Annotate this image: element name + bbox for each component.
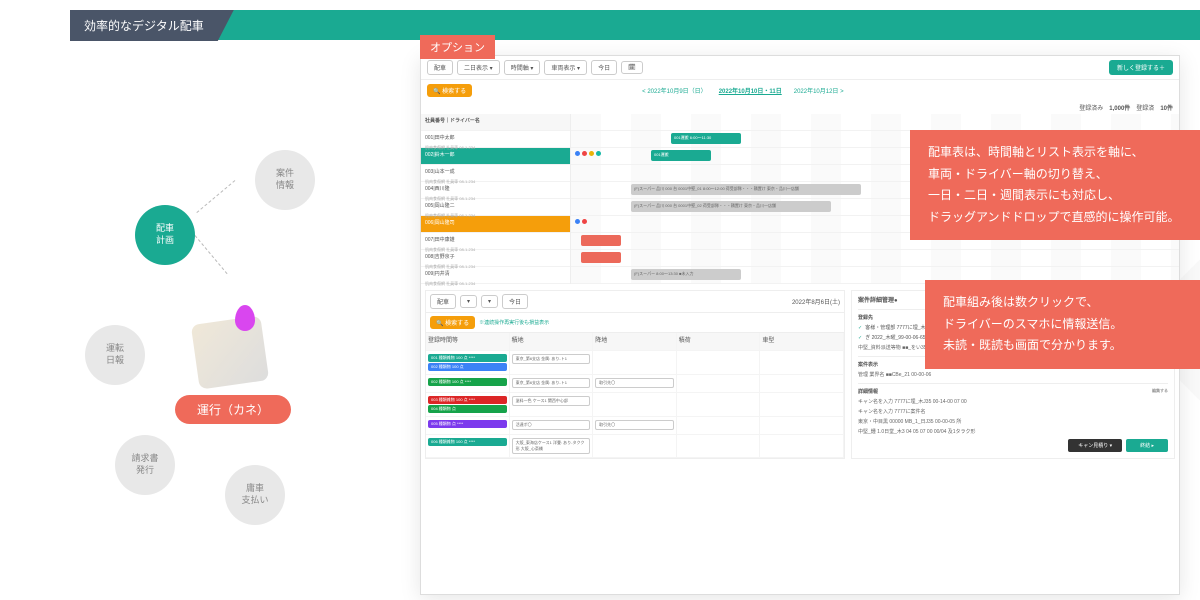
node-invoice: 請求書発行 (115, 435, 175, 495)
job-card[interactable]: 002 種類物 100 点 **** (428, 378, 507, 386)
cards-panel: 配車 ▾ ▾ 今日 2022年8月6日(土) 🔍 検索する ※連続操作再実行後も… (425, 290, 845, 459)
search2[interactable]: 🔍 検索する (430, 316, 475, 329)
callout-2: 配車組み後は数クリックで、ドライバーのスマホに情報送信。未読・既読も画面で分かり… (925, 280, 1200, 369)
task-bar[interactable]: (F)スーパー 品川 000 台 0001中堅_01 8:00～12:00 荷受… (631, 184, 861, 195)
task-bar[interactable] (581, 235, 621, 246)
current-date[interactable]: 2022年10月10日・11日 (715, 84, 786, 97)
driver-row[interactable]: 003|山本一成肌肉食傷網 社員車 08-1-234 (421, 165, 570, 182)
task-bar[interactable]: (F)スーパー 品川 000 台 0001中堅_02 荷受部隊・・・積置け 東京… (631, 201, 831, 212)
day-view-select[interactable]: 二日表示 ▾ (457, 60, 500, 75)
task-bar[interactable]: (F)スーパー 8:00～13:30 ■未入力 (631, 269, 741, 280)
driver-row[interactable]: 007|田中康雄肌肉食傷網 社員車 08-1-234 (421, 233, 570, 250)
mode2[interactable]: 配車 (430, 294, 456, 309)
pin-icon (235, 305, 255, 331)
driver-column: 社員番号｜ドライバー名 001|田中太郎肌肉食傷網 社員車 08-1-234 0… (421, 114, 571, 284)
driver-row[interactable]: 009|円井清肌肉食傷網 社員車 08-1-234 (421, 267, 570, 284)
driver-row[interactable]: 005|岡山隆二肌肉食傷網 社員車 08-1-234 (421, 199, 570, 216)
driver-row[interactable]: 001|田中太郎肌肉食傷網 社員車 08-1-234 (421, 131, 570, 148)
today2[interactable]: 今日 (502, 294, 528, 309)
card-date: 2022年8月6日(土) (792, 297, 840, 306)
today-button[interactable]: 今日 (591, 60, 617, 75)
job-card[interactable]: 003 種類雑物 100 点 **** (428, 396, 507, 404)
task-bar[interactable] (581, 252, 621, 263)
task-bar[interactable]: 001運搬 6:00～11:30 (671, 133, 741, 144)
job-card[interactable]: 005 種類物 点 **** (428, 420, 507, 428)
toolbar: 配車 二日表示 ▾ 時間軸 ▾ 車両表示 ▾ 今日 🗓 新しく登録する＋ (421, 56, 1179, 80)
job-card[interactable]: 001 種類雑物 100 点 **** (428, 354, 507, 362)
mode-select[interactable]: 配車 (427, 60, 453, 75)
driver-row[interactable]: 002|鈴木一郎 (421, 148, 570, 165)
task-bar[interactable]: 001運搬 (651, 150, 711, 161)
finish-button[interactable]: 終結 ▸ (1126, 439, 1168, 452)
count-meta: 登録済み1,000件 登録済10件 (421, 101, 1179, 114)
driver-row[interactable]: 008|吉野京子肌肉食傷網 社員車 08-1-234 (421, 250, 570, 267)
node-vehicle-pay: 庸車支払い (225, 465, 285, 525)
option-badge: オプション (420, 35, 495, 59)
prev-date[interactable]: < 2022年10月9日（日） (638, 84, 711, 97)
map-icon (191, 315, 269, 389)
edit-link[interactable]: 編集する (1152, 388, 1168, 394)
center-pill: 運行（カネ） (175, 395, 291, 424)
feature-diagram: 案件情報 配車計画 運転日報 請求書発行 庸車支払い 運行（カネ） (60, 150, 380, 530)
date-tabs: < 2022年10月9日（日） 2022年10月10日・11日 2022年10月… (478, 82, 847, 99)
new-register-button[interactable]: 新しく登録する＋ (1109, 60, 1173, 75)
driver-row[interactable]: 006|岡山隆司 (421, 216, 570, 233)
next-date[interactable]: 2022年10月12日 > (790, 84, 848, 97)
callout-1: 配車表は、時間軸とリスト表示を軸に、車両・ドライバー軸の切り替え、一日・二日・週… (910, 130, 1200, 240)
top-banner (70, 10, 1200, 40)
vehicle-select[interactable]: 車両表示 ▾ (544, 60, 587, 75)
node-driving-report: 運転日報 (85, 325, 145, 385)
driver-row[interactable]: 004|西川隆肌肉食傷網 社員車 08-1-234 (421, 182, 570, 199)
calendar-icon[interactable]: 🗓 (621, 61, 643, 74)
node-dispatch-plan: 配車計画 (135, 205, 195, 265)
search-button[interactable]: 🔍 検索する (427, 84, 472, 97)
cancel-button[interactable]: キャン見積り ▾ (1068, 439, 1122, 452)
job-card[interactable]: 002 種類物 100 点 (428, 363, 507, 371)
banner-title: 効率的なデジタル配車 (70, 10, 234, 41)
node-projects: 案件情報 (255, 150, 315, 210)
axis-select[interactable]: 時間軸 ▾ (504, 60, 541, 75)
job-card[interactable]: 006 種類雑物 100 点 **** (428, 438, 507, 446)
